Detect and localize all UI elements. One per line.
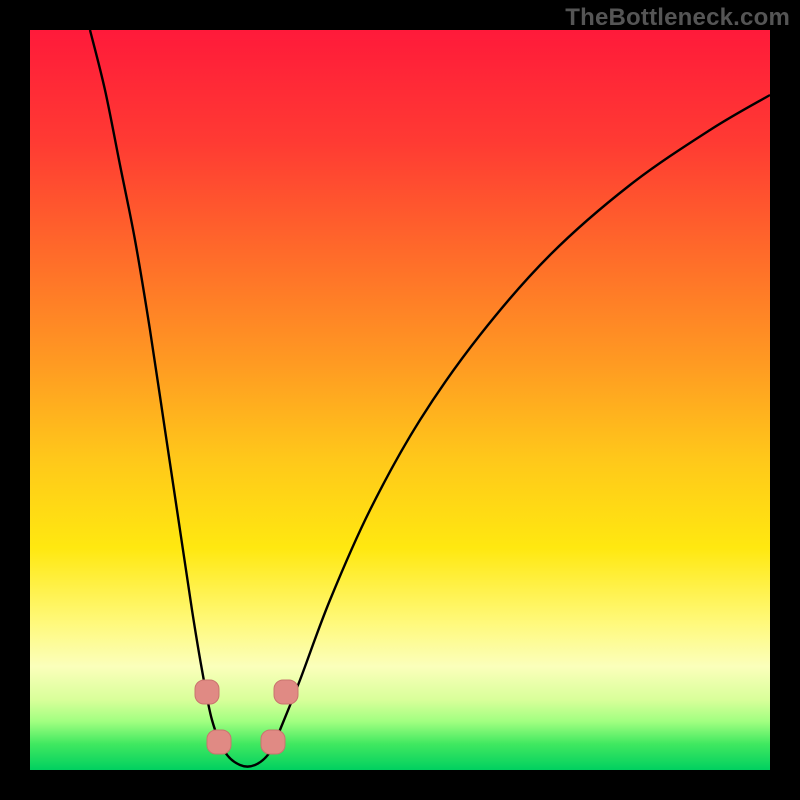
curve-marker — [261, 730, 285, 754]
curve-layer — [30, 30, 770, 770]
curve-marker — [207, 730, 231, 754]
curve-marker — [274, 680, 298, 704]
bottleneck-curve — [90, 30, 770, 767]
curve-marker — [195, 680, 219, 704]
watermark-text: TheBottleneck.com — [565, 4, 790, 32]
